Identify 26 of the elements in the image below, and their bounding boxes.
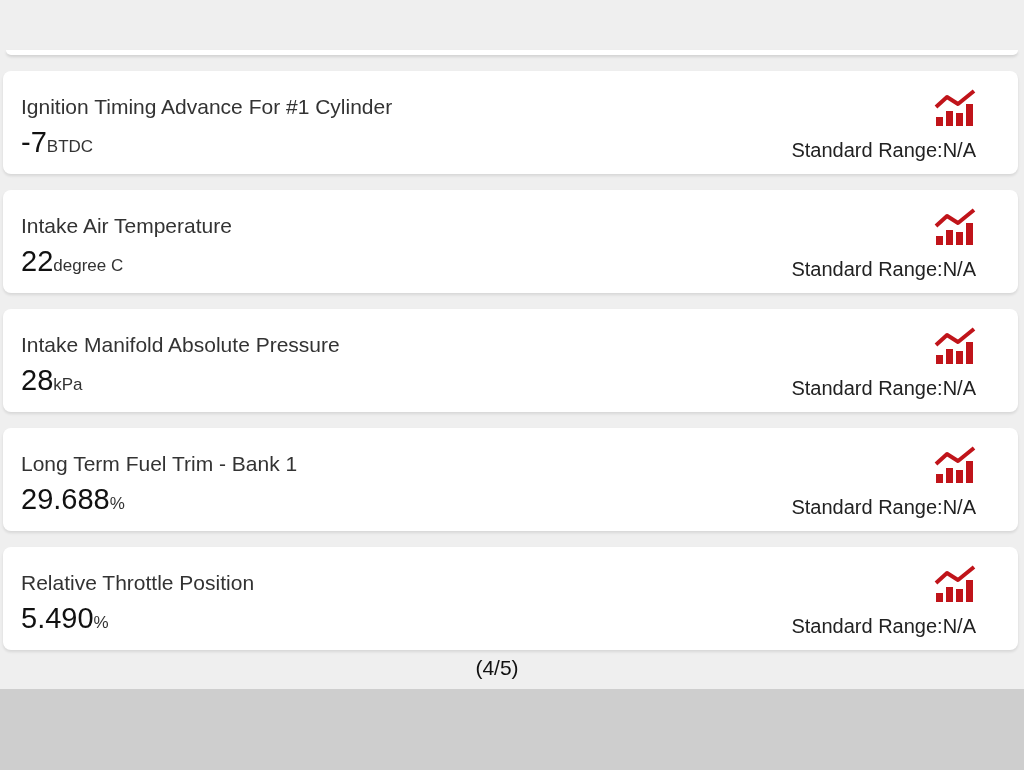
parameter-value: -7BTDC	[21, 125, 95, 160]
standard-range: Standard Range:N/A	[791, 496, 976, 519]
parameter-value: 5.490%	[21, 601, 110, 636]
standard-range: Standard Range:N/A	[791, 377, 976, 400]
standard-range: Standard Range:N/A	[791, 258, 976, 281]
page-indicator: (4/5)	[475, 656, 519, 680]
parameter-card[interactable]: Long Term Fuel Trim - Bank 1 29.688% Standard Range:N/A	[3, 428, 1018, 531]
parameter-card[interactable]: Relative Throttle Position 5.490% Standard Range:N/A	[3, 547, 1018, 650]
parameter-name: Ignition Timing Advance For #1 Cylinder	[21, 95, 393, 119]
chart-icon[interactable]	[934, 327, 976, 365]
chart-icon[interactable]	[934, 446, 976, 484]
parameter-name: Intake Manifold Absolute Pressure	[21, 333, 340, 357]
parameter-card[interactable]: Ignition Timing Advance For #1 Cylinder -7BTDC Standard Range:N/A	[3, 71, 1018, 174]
standard-range: Standard Range:N/A	[791, 615, 976, 638]
parameter-value: 29.688%	[21, 482, 126, 517]
parameter-card[interactable]: Intake Manifold Absolute Pressure 28kPa Standard Range:N/A	[3, 309, 1018, 412]
parameter-name: Relative Throttle Position	[21, 571, 255, 595]
parameter-name: Long Term Fuel Trim - Bank 1	[21, 452, 298, 476]
parameter-value: 28kPa	[21, 363, 84, 398]
standard-range: Standard Range:N/A	[791, 139, 976, 162]
parameter-name: Intake Air Temperature	[21, 214, 232, 238]
chart-icon[interactable]	[934, 565, 976, 603]
chart-icon[interactable]	[934, 208, 976, 246]
parameter-card[interactable]: Intake Air Temperature 22degree C Standard Range:N/A	[3, 190, 1018, 293]
chart-icon[interactable]	[934, 89, 976, 127]
parameter-value: 22degree C	[21, 244, 125, 279]
